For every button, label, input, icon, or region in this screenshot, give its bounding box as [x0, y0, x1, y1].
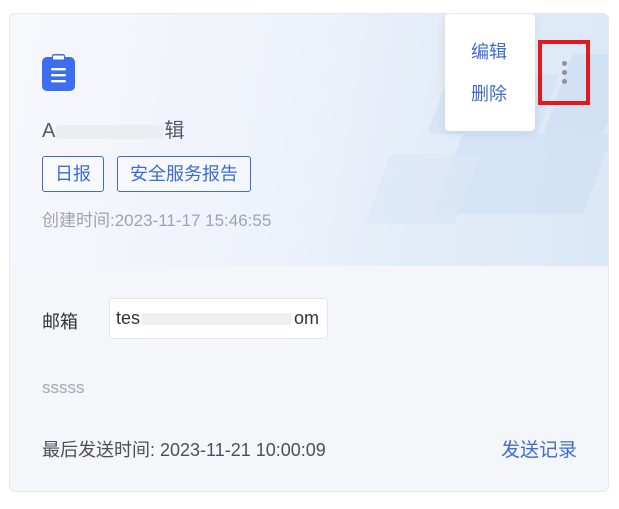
email-value: tes om	[109, 298, 328, 339]
tag-daily: 日报	[42, 156, 104, 192]
created-time: 创建时间:2023-11-17 15:46:55	[42, 211, 272, 230]
report-card: A辑 日报 安全服务报告 创建时间:2023-11-17 15:46:55 编辑…	[9, 13, 609, 492]
redacted-text	[56, 124, 165, 139]
more-menu-popup: 编辑 删除	[445, 14, 535, 131]
more-options-button[interactable]	[538, 40, 590, 105]
send-records-link[interactable]: 发送记录	[501, 435, 577, 462]
clipboard-icon	[42, 54, 75, 91]
email-label: 邮箱	[42, 312, 78, 332]
report-note: sssss	[42, 378, 85, 397]
redacted-text	[142, 312, 293, 325]
delete-menu-item[interactable]: 删除	[471, 80, 507, 106]
edit-menu-item[interactable]: 编辑	[471, 38, 507, 64]
last-sent-time: 最后发送时间: 2023-11-21 10:00:09	[42, 440, 326, 460]
report-title: A辑	[42, 120, 186, 142]
tag-list: 日报 安全服务报告	[42, 156, 251, 192]
tag-security-report: 安全服务报告	[117, 156, 251, 192]
